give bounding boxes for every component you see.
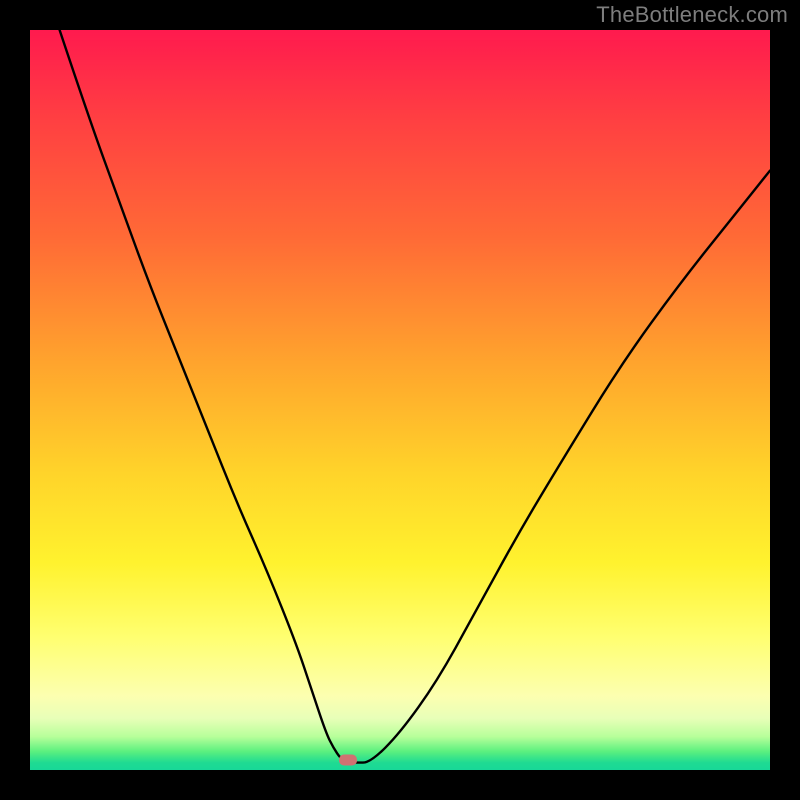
watermark-text: TheBottleneck.com [596, 2, 788, 28]
bottleneck-curve [30, 30, 770, 770]
plot-area [30, 30, 770, 770]
optimum-marker [339, 754, 357, 765]
chart-frame: TheBottleneck.com [0, 0, 800, 800]
